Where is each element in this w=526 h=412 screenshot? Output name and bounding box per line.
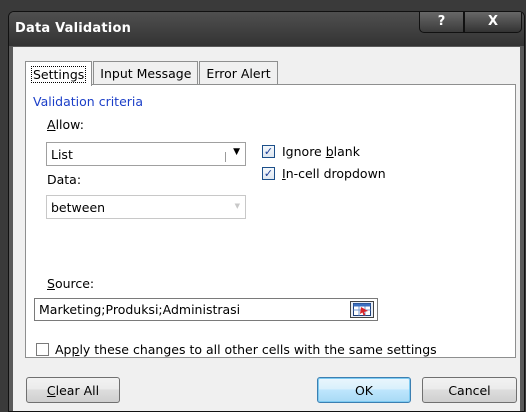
source-label: Source: xyxy=(47,276,95,291)
clear-all-button[interactable]: Clear All xyxy=(26,377,120,403)
in-cell-dropdown-checkbox[interactable]: ✓ xyxy=(262,167,275,180)
tab-error-alert[interactable]: Error Alert xyxy=(199,61,278,85)
validation-criteria-heading: Validation criteria xyxy=(33,94,144,109)
ignore-blank-label[interactable]: Ignore blank xyxy=(282,144,360,159)
chevron-down-icon: ▼ xyxy=(233,147,240,157)
chevron-down-icon: ▼ xyxy=(234,202,240,210)
dialog-title: Data Validation xyxy=(15,21,132,36)
source-value: Marketing;Produksi;Administrasi xyxy=(39,302,241,317)
in-cell-dropdown-label[interactable]: In-cell dropdown xyxy=(282,166,386,181)
title-bar[interactable]: Data Validation ? X xyxy=(9,12,524,46)
allow-select[interactable]: List ▼ xyxy=(46,142,246,166)
close-icon: X xyxy=(487,14,499,29)
tab-settings-label: Settings xyxy=(30,65,87,83)
apply-all-checkbox[interactable] xyxy=(36,343,49,356)
apply-all-label[interactable]: Apply these changes to all other cells w… xyxy=(55,342,437,357)
dialog-body: Settings Input Message Error Alert Valid… xyxy=(13,47,520,411)
tab-error-alert-label: Error Alert xyxy=(206,66,271,81)
close-button[interactable]: X xyxy=(464,12,522,33)
tab-settings[interactable]: Settings xyxy=(25,61,93,86)
ignore-blank-checkbox[interactable]: ✓ xyxy=(262,145,275,158)
settings-panel: Validation criteria Allow: List ▼ Data: … xyxy=(25,84,516,358)
allow-label: Allow: xyxy=(47,117,84,132)
tab-input-message[interactable]: Input Message xyxy=(93,61,199,85)
tab-strip: Settings Input Message Error Alert xyxy=(25,61,279,86)
source-input[interactable]: Marketing;Produksi;Administrasi xyxy=(34,298,378,321)
ok-button[interactable]: OK xyxy=(317,377,411,403)
data-label: Data: xyxy=(47,172,82,187)
tab-input-message-label: Input Message xyxy=(100,66,192,81)
data-validation-dialog: Data Validation ? X Settings Input Messa… xyxy=(8,11,525,412)
collapse-dialog-icon xyxy=(353,303,371,316)
data-select[interactable]: between ▼ xyxy=(46,195,246,219)
range-select-button[interactable] xyxy=(350,301,374,318)
cancel-button[interactable]: Cancel xyxy=(422,377,517,403)
help-button[interactable]: ? xyxy=(419,12,464,33)
help-icon: ? xyxy=(437,14,446,29)
data-value: between xyxy=(51,199,106,215)
combo-separator xyxy=(225,152,226,162)
allow-value: List xyxy=(51,146,73,162)
